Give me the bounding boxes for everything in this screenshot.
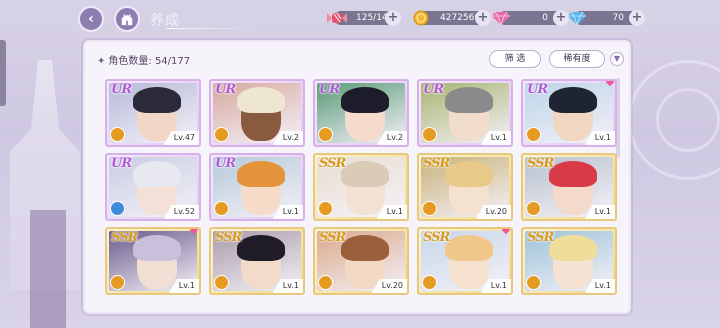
attribute-icon: [110, 127, 125, 142]
candy-icon: [326, 7, 348, 29]
attribute-icon: [526, 127, 541, 142]
character-card[interactable]: SSR Lv.1: [209, 227, 305, 295]
character-card[interactable]: UR Lv.1: [417, 79, 513, 147]
character-card[interactable]: UR Lv.1: [521, 79, 617, 147]
blue-diamond-value: 70: [612, 13, 624, 23]
character-hair: [341, 235, 389, 261]
character-card[interactable]: SSR Lv.1: [521, 153, 617, 221]
home-button[interactable]: [114, 6, 140, 32]
blue-diamond-counter: 70 +: [568, 10, 645, 26]
rarity-badge: UR: [319, 82, 340, 97]
rarity-badge: UR: [111, 156, 132, 171]
character-card[interactable]: SSR Lv.1: [521, 227, 617, 295]
rarity-badge: SSR: [215, 230, 242, 245]
add-gold-button[interactable]: +: [475, 10, 491, 26]
chevron-down-icon: ▼: [613, 54, 621, 63]
character-card[interactable]: UR Lv.52: [105, 153, 201, 221]
character-hair: [237, 235, 285, 261]
character-hair: [549, 87, 597, 113]
character-card[interactable]: UR Lv.2: [313, 79, 409, 147]
character-hair: [133, 161, 181, 187]
attribute-icon: [110, 275, 125, 290]
attribute-icon: [422, 201, 437, 216]
attribute-icon: [214, 127, 229, 142]
character-grid: UR Lv.47 UR Lv.2 UR Lv.2 UR Lv.1 UR Lv.1 UR Lv.52 UR…: [105, 79, 625, 312]
rarity-badge: SSR: [423, 230, 450, 245]
character-card[interactable]: UR Lv.47: [105, 79, 201, 147]
character-card[interactable]: SSR Lv.1: [417, 227, 513, 295]
attribute-icon: [214, 201, 229, 216]
character-card[interactable]: UR Lv.1: [209, 153, 305, 221]
back-button[interactable]: ‹: [78, 6, 104, 32]
character-card[interactable]: SSR Lv.20: [313, 227, 409, 295]
rarity-badge: SSR: [527, 156, 554, 171]
character-hair: [549, 161, 597, 187]
rarity-sort-button[interactable]: 稀有度: [549, 50, 605, 68]
top-bar: ‹ 养成 125/144 + 4272560 + 0 + 70 +: [0, 0, 720, 36]
character-hair: [445, 161, 493, 187]
background-ferris-wheel-inner: [656, 88, 720, 152]
character-card[interactable]: SSR Lv.20: [417, 153, 513, 221]
character-hair: [445, 87, 493, 113]
sparkle-icon: ✦: [97, 56, 106, 67]
add-blue-diamond-button[interactable]: +: [629, 10, 645, 26]
character-hair: [341, 161, 389, 187]
chevron-left-icon: ‹: [88, 11, 94, 27]
rarity-badge: SSR: [423, 156, 450, 171]
rarity-badge: SSR: [111, 230, 138, 245]
character-hair: [237, 161, 285, 187]
character-hair: [341, 87, 389, 113]
attribute-icon: [526, 201, 541, 216]
attribute-icon: [422, 275, 437, 290]
rarity-badge: UR: [215, 156, 236, 171]
rarity-badge: SSR: [319, 156, 346, 171]
blue-diamond-icon: [566, 7, 588, 29]
character-hair: [445, 235, 493, 261]
character-list-panel: ✦ 角色数量: 54/177 筛 选 稀有度 ▼ UR Lv.47 UR Lv.2 UR L…: [83, 40, 631, 314]
character-card[interactable]: SSR Lv.1: [313, 153, 409, 221]
pink-diamond-value: 0: [542, 13, 548, 23]
rarity-badge: UR: [111, 82, 132, 97]
attribute-icon: [214, 275, 229, 290]
side-drawer-tab[interactable]: [0, 40, 6, 106]
attribute-icon: [318, 127, 333, 142]
castle-home-icon: [121, 14, 133, 26]
page-title: 养成: [150, 13, 180, 29]
rarity-badge: UR: [423, 82, 444, 97]
attribute-icon: [318, 275, 333, 290]
character-count-label: 角色数量: 54/177: [108, 56, 191, 67]
filter-button[interactable]: 筛 选: [489, 50, 541, 68]
attribute-icon: [526, 275, 541, 290]
attribute-icon: [110, 201, 125, 216]
character-hair: [237, 87, 285, 113]
gold-coin-icon: [410, 7, 432, 29]
character-card[interactable]: SSR Lv.1: [105, 227, 201, 295]
character-hair: [133, 235, 181, 261]
pink-diamond-icon: [490, 7, 512, 29]
attribute-icon: [318, 201, 333, 216]
background-tower: [30, 210, 66, 328]
character-count: ✦ 角色数量: 54/177: [97, 52, 190, 67]
rarity-badge: SSR: [527, 230, 554, 245]
rarity-badge: UR: [527, 82, 548, 97]
title-underline: [166, 28, 256, 29]
gold-counter: 4272560 +: [413, 10, 491, 26]
stamina-counter: 125/144 +: [327, 10, 401, 26]
rarity-badge: UR: [215, 82, 236, 97]
attribute-icon: [422, 127, 437, 142]
character-card[interactable]: UR Lv.2: [209, 79, 305, 147]
character-hair: [549, 235, 597, 261]
rarity-badge: SSR: [319, 230, 346, 245]
add-stamina-button[interactable]: +: [385, 10, 401, 26]
pink-diamond-counter: 0 +: [492, 10, 569, 26]
character-hair: [133, 87, 181, 113]
sort-order-button[interactable]: ▼: [610, 52, 624, 66]
